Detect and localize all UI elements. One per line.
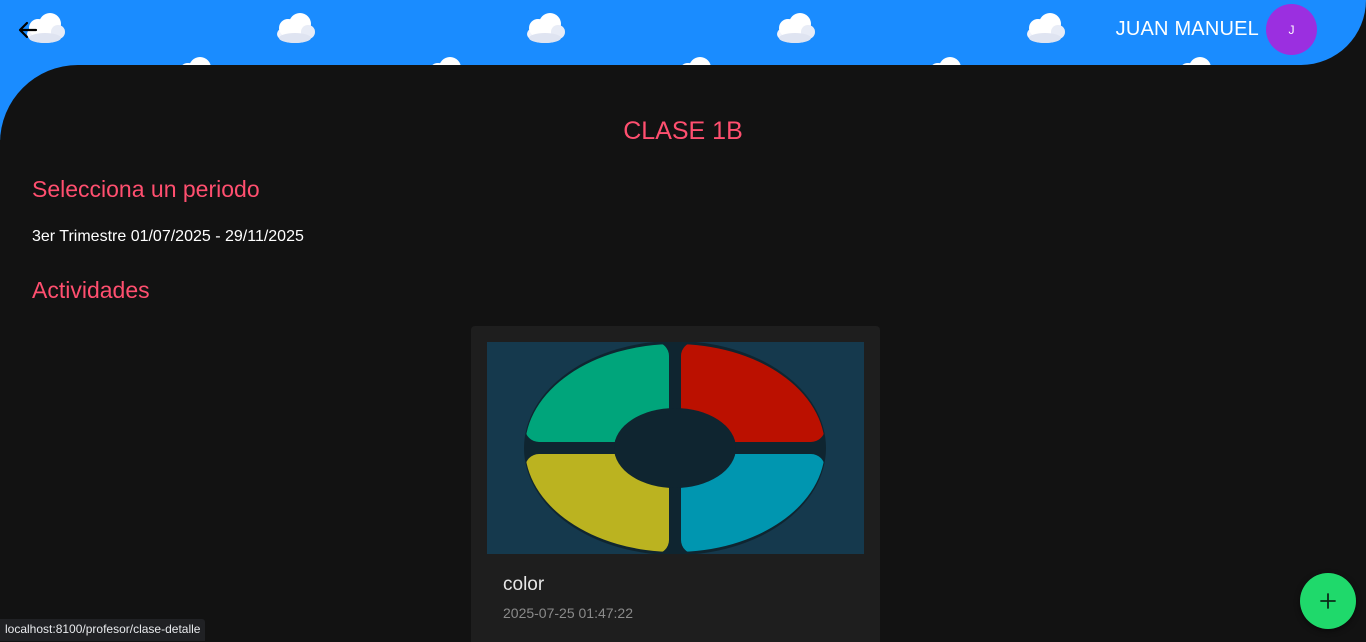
- period-selector[interactable]: 3er Trimestre 01/07/2025 - 29/11/2025: [32, 228, 304, 246]
- simon-game-icon: [524, 341, 826, 555]
- activities-heading: Actividades: [32, 277, 150, 303]
- arrow-left-icon: [18, 21, 38, 39]
- activity-title: color: [503, 574, 545, 595]
- avatar-initial: J: [1288, 22, 1295, 37]
- activity-date: 2025-07-25 01:47:22: [503, 605, 633, 621]
- avatar[interactable]: J: [1266, 4, 1317, 55]
- status-bar-url: localhost:8100/profesor/clase-detalle: [0, 619, 206, 641]
- app-page: JUAN MANUEL J CLASE 1B Selecciona un per…: [0, 0, 1366, 642]
- cloud-icon: [1027, 13, 1065, 43]
- period-heading: Selecciona un periodo: [32, 176, 260, 202]
- back-button[interactable]: [12, 14, 44, 46]
- activity-card[interactable]: color 2025-07-25 01:47:22: [471, 326, 880, 642]
- cloud-icon: [527, 13, 565, 43]
- page-title: CLASE 1B: [623, 117, 743, 145]
- plus-icon: [1320, 593, 1336, 609]
- user-name: JUAN MANUEL: [1115, 18, 1259, 40]
- cloud-icon: [777, 13, 815, 43]
- cloud-icon: [277, 13, 315, 43]
- activity-image: [487, 341, 864, 555]
- add-activity-button[interactable]: [1300, 573, 1356, 629]
